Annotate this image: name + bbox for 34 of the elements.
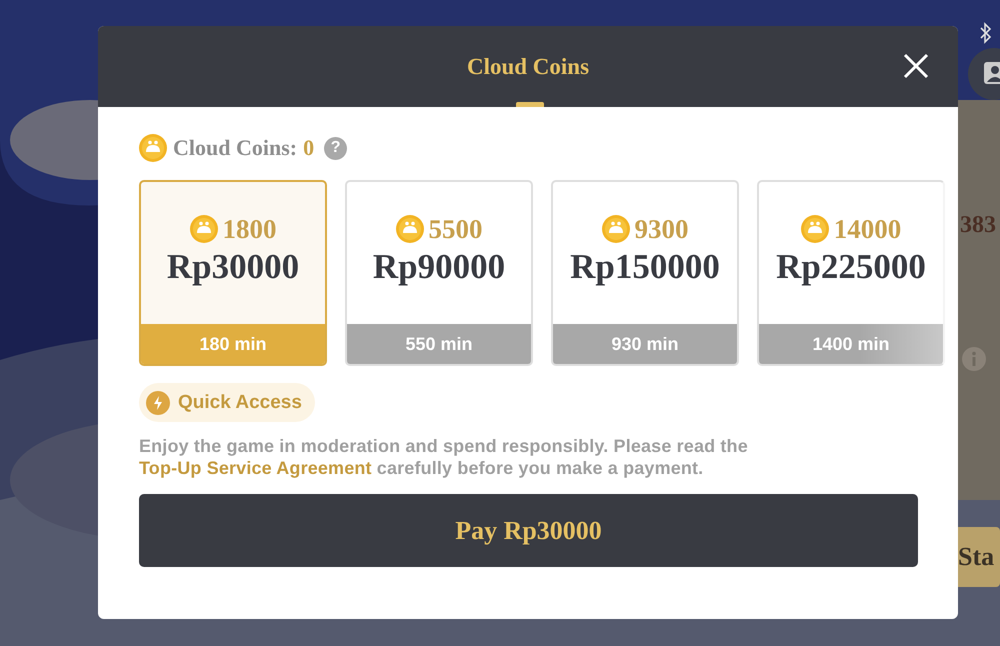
quick-access-label: Quick Access xyxy=(178,392,302,414)
coin-amount: 1800 xyxy=(222,214,276,244)
package-card[interactable]: 1800 Rp30000 180 min xyxy=(139,180,327,366)
package-card[interactable]: 5500 Rp90000 550 min xyxy=(345,180,533,366)
coin-icon xyxy=(139,134,167,162)
coin-icon xyxy=(602,215,630,243)
coin-icon xyxy=(800,215,829,243)
avatar-icon[interactable] xyxy=(968,48,1000,100)
package-card[interactable]: 9300 Rp150000 930 min xyxy=(551,180,739,366)
coin-amount: 14000 xyxy=(834,214,902,244)
payment-notice: Enjoy the game in moderation and spend responsibly. Please read the Top-Up Service Agreement carefully before you make a payment. xyxy=(139,435,749,479)
duration-label: 180 min xyxy=(141,324,325,364)
duration-label: 930 min xyxy=(553,324,737,364)
coin-icon xyxy=(190,215,218,243)
duration-label: 550 min xyxy=(347,324,531,364)
info-icon xyxy=(962,347,986,371)
coin-amount: 9300 xyxy=(634,214,688,244)
coin-icon xyxy=(396,215,424,243)
side-number: 383 xyxy=(960,212,996,239)
package-card[interactable]: 14000 Rp225000 1400 min xyxy=(757,180,945,366)
dialog-title: Cloud Coins xyxy=(466,54,590,80)
balance-label: Cloud Coins: xyxy=(173,135,298,161)
lightning-icon xyxy=(146,390,170,414)
bluetooth-icon xyxy=(978,22,994,44)
package-price: Rp30000 xyxy=(166,246,300,286)
package-price: Rp225000 xyxy=(776,246,926,286)
package-price: Rp90000 xyxy=(372,246,506,286)
coin-amount: 5500 xyxy=(428,214,482,244)
pay-button[interactable]: Pay Rp30000 xyxy=(139,494,918,567)
package-price: Rp150000 xyxy=(570,246,720,286)
balance-value: 0 xyxy=(303,135,314,161)
tab-indicator xyxy=(516,102,544,107)
close-button[interactable] xyxy=(902,52,930,80)
duration-label: 1400 min xyxy=(759,324,943,364)
